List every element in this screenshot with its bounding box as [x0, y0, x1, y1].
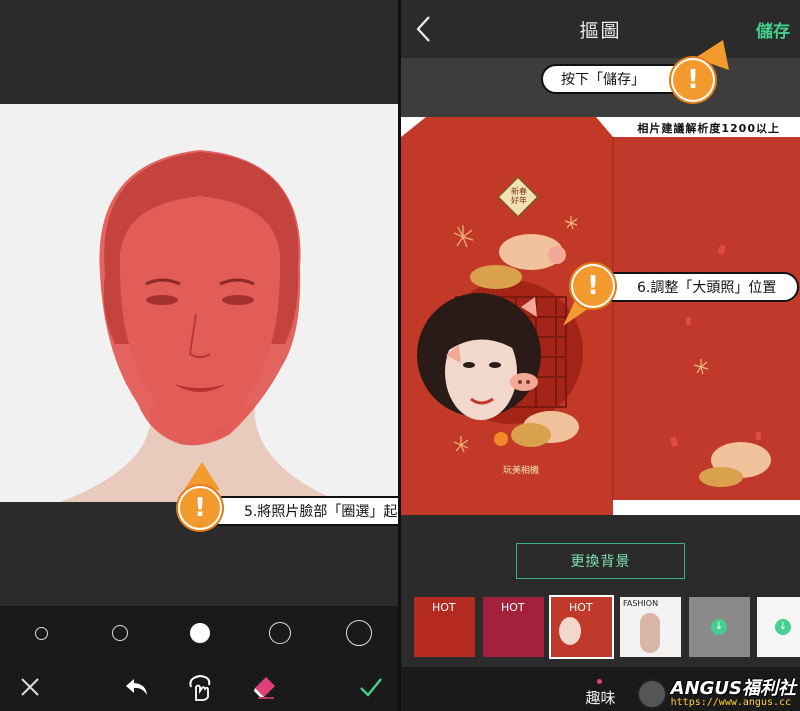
save-step-indicator: 按下「儲存」 ! [541, 40, 781, 110]
left-top-bar [0, 0, 400, 104]
mascot-icon [636, 679, 667, 709]
background-thumbnail[interactable]: ↓ [689, 597, 750, 657]
page-title: 摳圖 [579, 20, 622, 42]
envelope-seal-text: 新春好年 [511, 187, 527, 205]
undo-icon[interactable] [122, 672, 152, 702]
step5-callout: 5.將照片臉部「圈選」起來 [206, 496, 400, 526]
change-background-button[interactable]: 更換背景 [516, 543, 685, 579]
thumbnail-label: FASHION [623, 599, 659, 608]
lasso-hand-icon[interactable] [185, 672, 215, 702]
save-step-callout: 按下「儲存」 [541, 64, 691, 94]
brush-size-row [0, 606, 400, 662]
exclamation-icon: ! [178, 486, 222, 530]
step6-indicator: 6.調整「大頭照」位置 ! [551, 258, 799, 328]
exclamation-icon: ! [571, 264, 615, 308]
brush-size-small[interactable] [35, 627, 48, 640]
save-button[interactable]: 儲存 [756, 17, 790, 42]
step5-text: 5.將照片臉部「圈選」起來 [244, 504, 400, 520]
watermark-name: ANGUS福利社 [670, 678, 796, 699]
thumbnail-label: HOT [501, 601, 525, 614]
thumbnail-figure [640, 613, 660, 653]
background-thumbnail[interactable]: HOT [483, 597, 544, 657]
left-toolbar [0, 662, 400, 711]
save-step-text: 按下「儲存」 [561, 72, 645, 88]
photo-canvas[interactable] [0, 104, 400, 502]
background-thumbnail[interactable]: HOT [414, 597, 475, 657]
brush-size-medium-large[interactable] [269, 622, 291, 644]
brush-size-large[interactable] [346, 620, 372, 646]
exclamation-icon: ! [671, 58, 715, 102]
watermark-url: https://www.angus.cc [670, 697, 792, 708]
download-badge-icon: ↓ [711, 619, 727, 635]
envelope-top-note: 相片建議解析度1200以上 [637, 122, 780, 135]
brush-size-small-medium[interactable] [112, 625, 128, 641]
background-thumbnail-selected[interactable]: HOT [549, 595, 614, 659]
selection-overlay [99, 150, 301, 446]
change-background-area: 更換背景 [401, 515, 800, 595]
confirm-icon[interactable] [356, 672, 386, 702]
close-icon[interactable] [15, 672, 45, 702]
tab-indicator-dot [597, 679, 602, 684]
brush-size-medium-selected[interactable] [190, 623, 210, 643]
eraser-icon[interactable] [250, 672, 280, 702]
watermark-logo: ANGUS福利社 https://www.angus.cc [636, 678, 796, 709]
step5-indicator: 5.將照片臉部「圈選」起來 ! [178, 462, 400, 532]
thumbnail-label: HOT [569, 601, 593, 614]
background-thumbnail[interactable]: ↓ [757, 597, 800, 657]
background-thumbnail[interactable]: FASHION [620, 597, 681, 657]
background-thumbnail-strip: HOT HOT HOT FASHION ↓ ↓ [401, 595, 800, 667]
download-badge-icon: ↓ [775, 619, 791, 635]
thumbnail-label: HOT [432, 601, 456, 614]
right-editor-panel: 摳圖 儲存 相片建議解析度1200以上 新春好年 玩美相機 更換背景 HOT H… [401, 0, 800, 711]
left-editor-panel: 5.將照片臉部「圈選」起來 ! [0, 0, 400, 711]
thumbnail-face [559, 617, 581, 645]
envelope-brand: 玩美相機 [503, 466, 540, 476]
portrait-photo [60, 150, 340, 502]
step6-text: 6.調整「大頭照」位置 [637, 280, 777, 296]
